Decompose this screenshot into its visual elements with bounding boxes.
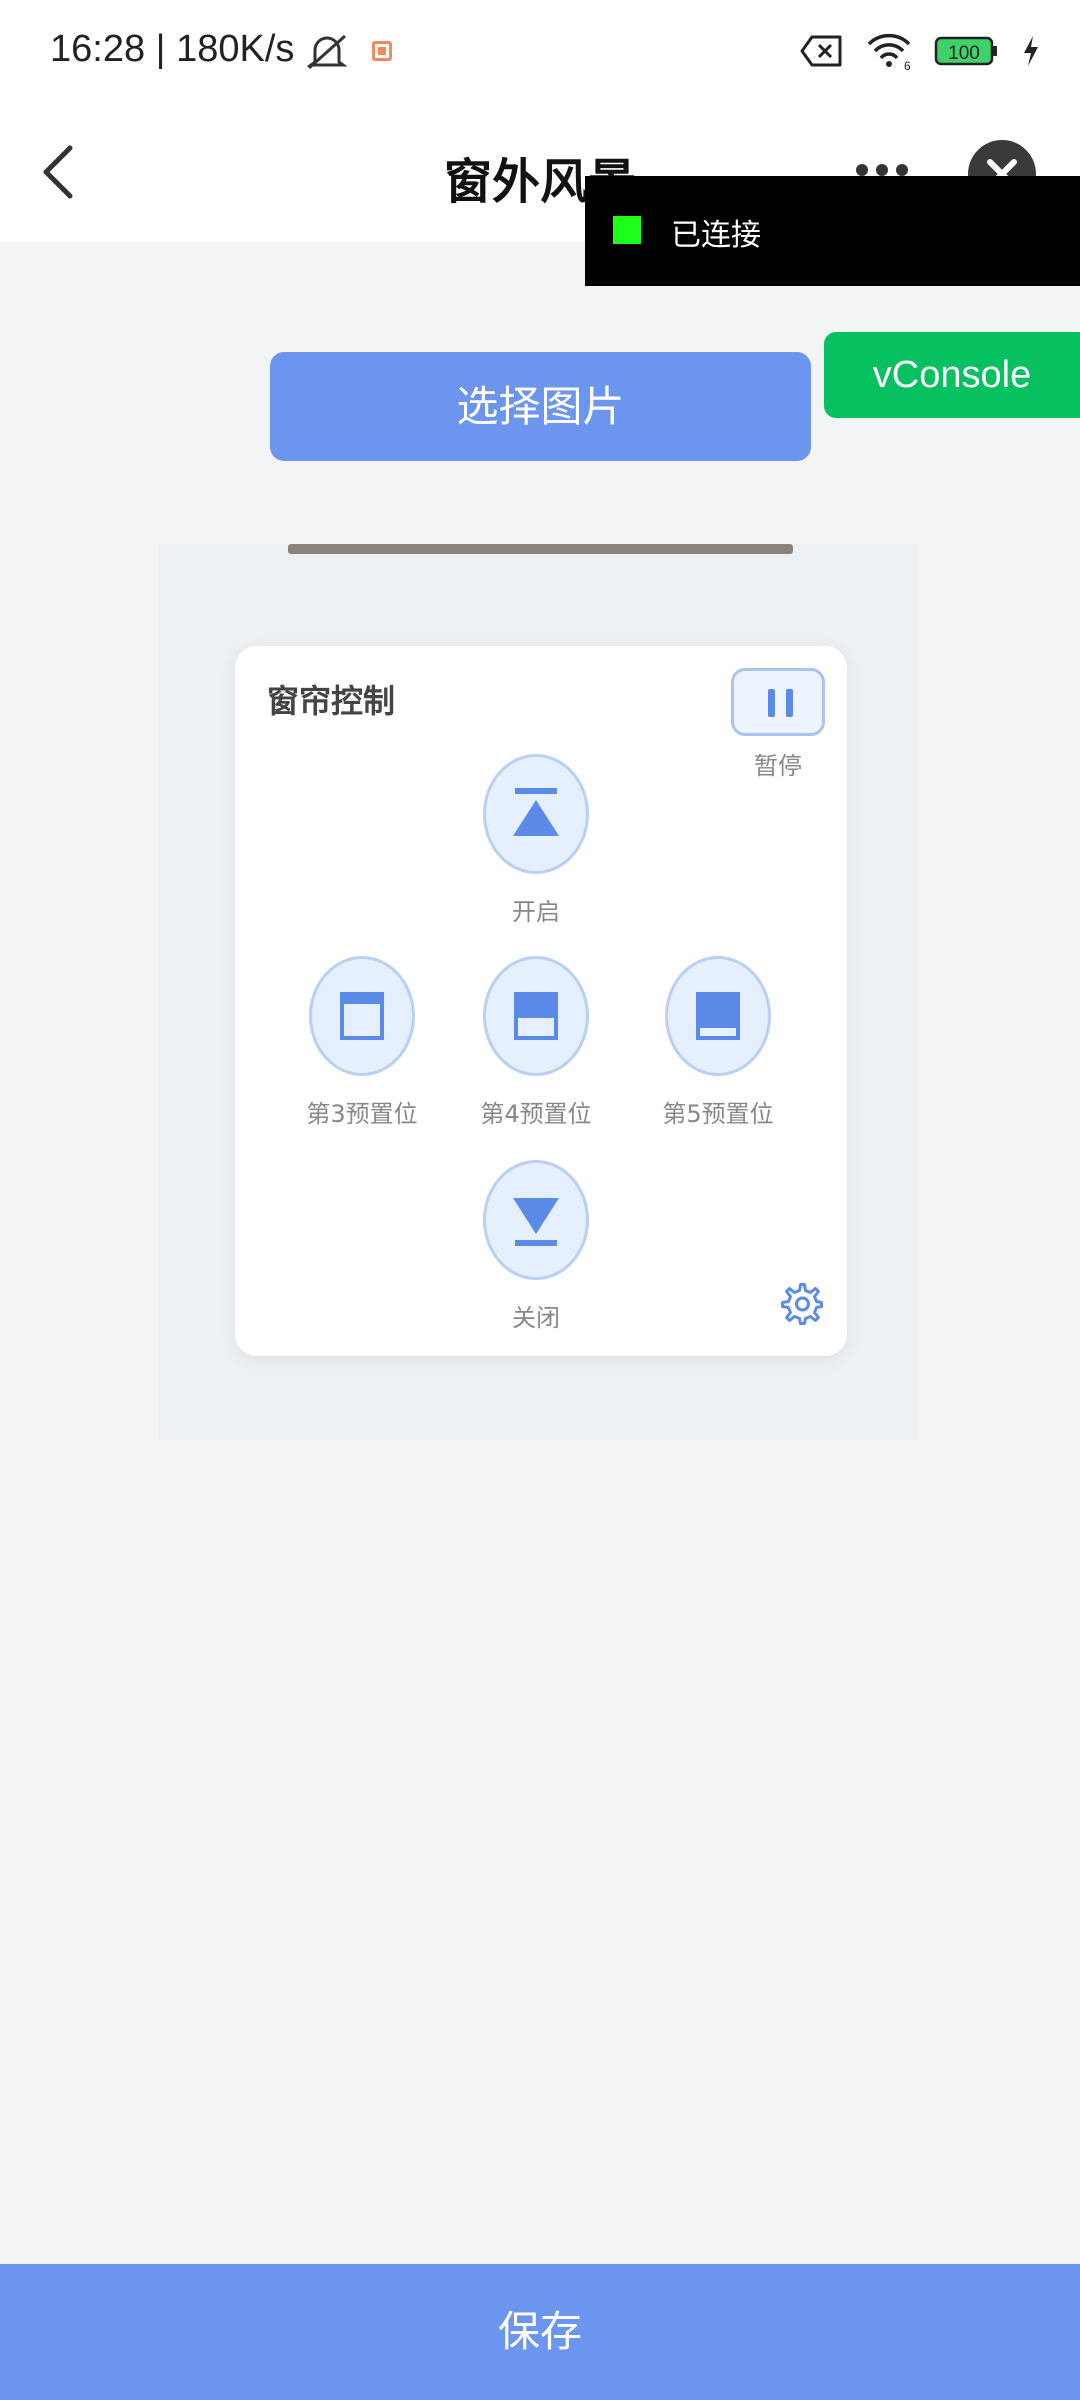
charging-icon (1024, 36, 1038, 66)
card-title: 窗帘控制 (267, 682, 396, 720)
battery-level: 100 (948, 43, 980, 64)
save-button[interactable]: 保存 (0, 2264, 1080, 2400)
preset4-label: 第4预置位 (480, 1100, 592, 1128)
recording-icon (372, 41, 392, 61)
preset3-button[interactable] (309, 956, 415, 1076)
open-icon (513, 788, 559, 836)
status-bar: 16:28 | 180K/s 6 100 (0, 0, 1080, 100)
preset4-button[interactable] (483, 956, 589, 1076)
choose-image-button[interactable]: 选择图片 (270, 352, 811, 461)
connected-indicator (613, 216, 641, 244)
open-label: 开启 (512, 898, 560, 926)
preset4-icon (514, 992, 558, 1040)
preset3-label: 第3预置位 (306, 1100, 418, 1128)
close-label: 关闭 (512, 1304, 560, 1332)
curtain-control-card: 窗帘控制 暂停 开启 第3预置位 第4预置位 第5预置位 关闭 (235, 646, 847, 1356)
pause-icon (768, 689, 775, 717)
pause-label: 暂停 (754, 752, 802, 780)
battery-icon: 100 (934, 36, 997, 66)
bell-off-icon (306, 34, 348, 70)
close-curtain-icon (513, 1198, 559, 1246)
preset3-icon (340, 992, 384, 1040)
network-speed: 180K/s (176, 28, 295, 70)
preset5-icon (696, 992, 740, 1040)
preview-top-strip (288, 544, 793, 554)
vconsole-log-panel: 已连接 (585, 176, 1080, 286)
pause-icon-bar (786, 689, 793, 717)
vconsole-log-text: 已连接 (671, 218, 761, 253)
gear-icon[interactable] (780, 1282, 824, 1326)
sim-off-icon (800, 35, 842, 67)
pause-button[interactable] (731, 668, 825, 736)
status-time-speed: 16:28 | 180K/s (50, 28, 295, 70)
close-curtain-button[interactable] (483, 1160, 589, 1280)
wifi-icon: 6 (867, 33, 911, 70)
svg-text:6: 6 (904, 59, 911, 70)
preset5-button[interactable] (665, 956, 771, 1076)
preset5-label: 第5预置位 (662, 1100, 774, 1128)
open-button[interactable] (483, 754, 589, 874)
status-time: 16:28 (50, 28, 146, 70)
vconsole-button[interactable]: vConsole (824, 332, 1080, 418)
